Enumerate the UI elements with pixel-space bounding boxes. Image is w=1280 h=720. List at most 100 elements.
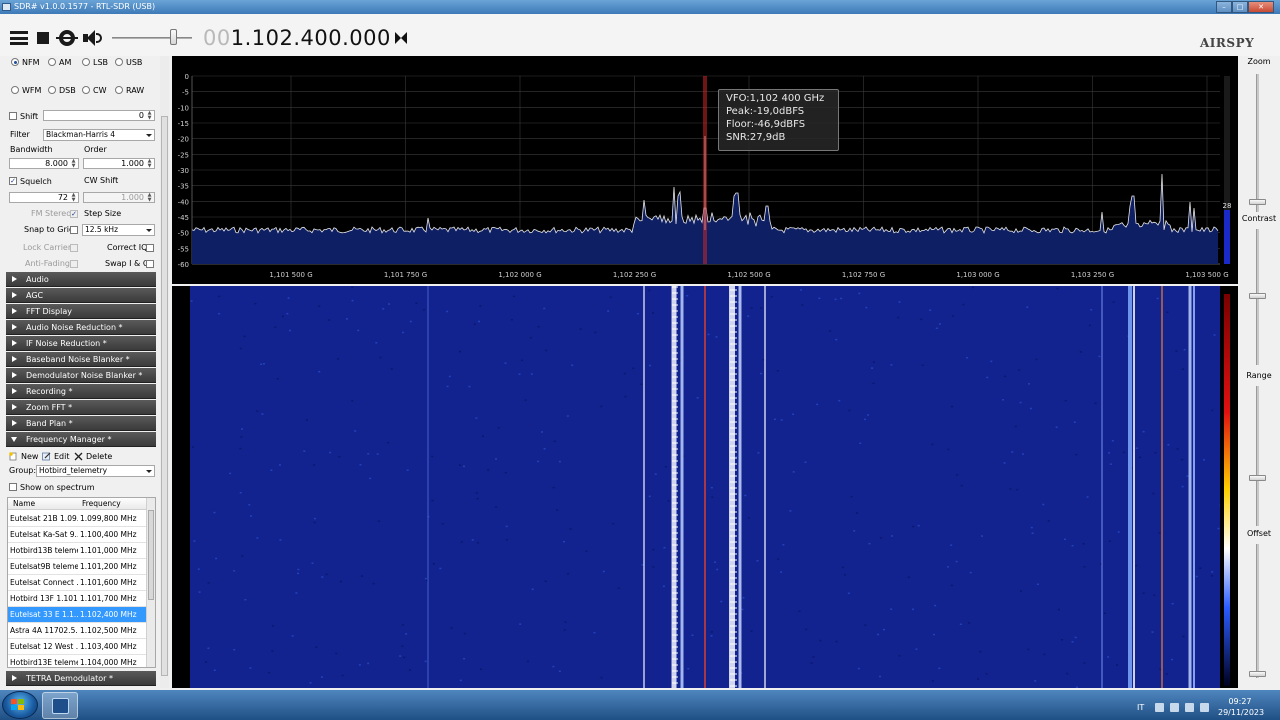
tray-flag-icon[interactable] bbox=[1170, 703, 1179, 712]
correct-iq-checkbox[interactable] bbox=[146, 243, 157, 253]
panel-tetra-demodulator[interactable]: TETRA Demodulator * bbox=[6, 671, 156, 686]
taskbar-sdrsharp[interactable] bbox=[42, 692, 78, 719]
column-name-header[interactable]: Name bbox=[13, 499, 35, 508]
delete-button[interactable]: Delete bbox=[74, 451, 112, 461]
panel-recording[interactable]: Recording * bbox=[6, 384, 156, 399]
offset-slider[interactable] bbox=[1256, 544, 1259, 678]
lock-carrier-checkbox[interactable] bbox=[70, 243, 81, 253]
noise-speckle bbox=[1175, 350, 1178, 352]
panel-band-plan[interactable]: Band Plan * bbox=[6, 416, 156, 431]
panel-audio-noise-reduction[interactable]: Audio Noise Reduction * bbox=[6, 320, 156, 335]
mode-dsb[interactable]: DSB bbox=[48, 85, 76, 95]
row-name: Eutelsat 21B 1.09... bbox=[10, 514, 78, 523]
tray-arrow-icon[interactable] bbox=[1155, 703, 1164, 712]
column-frequency-header[interactable]: Frequency bbox=[82, 499, 121, 508]
spinner-arrows-icon[interactable]: ▲ ▼ bbox=[70, 193, 77, 203]
noise-speckle bbox=[215, 557, 218, 560]
range-slider-thumb[interactable] bbox=[1249, 475, 1266, 481]
noise-speckle bbox=[1027, 383, 1030, 385]
frequency-row[interactable]: Hotbird13E teleme...1.104,000 MHz bbox=[8, 655, 147, 667]
scrollbar-thumb[interactable] bbox=[161, 116, 168, 676]
panel-frequency-manager[interactable]: Frequency Manager * bbox=[6, 432, 156, 447]
offset-slider-thumb[interactable] bbox=[1249, 671, 1266, 677]
correct-iq-label: Correct IQ bbox=[107, 243, 148, 252]
frequency-row[interactable]: Astra 4A 11702.5... 1.102,500 MHz bbox=[8, 623, 147, 639]
show-on-spectrum-checkbox[interactable]: Show on spectrum bbox=[9, 482, 95, 492]
mode-nfm[interactable]: NFM bbox=[11, 57, 40, 67]
panel-if-noise-reduction[interactable]: IF Noise Reduction * bbox=[6, 336, 156, 351]
edit-button[interactable]: Edit bbox=[42, 451, 70, 461]
volume-slider[interactable] bbox=[112, 37, 192, 39]
mode-lsb[interactable]: LSB bbox=[82, 57, 108, 67]
step-tune-icon[interactable] bbox=[395, 32, 409, 44]
panel-baseband-noise-blanker[interactable]: Baseband Noise Blanker * bbox=[6, 352, 156, 367]
hamburger-menu-icon[interactable] bbox=[10, 31, 28, 45]
spinner-arrows-icon[interactable]: ▲ ▼ bbox=[146, 111, 153, 121]
frequency-display[interactable]: 001.102.400.000 bbox=[203, 26, 391, 50]
mode-wfm[interactable]: WFM bbox=[11, 85, 41, 95]
scrollbar-thumb[interactable] bbox=[148, 510, 154, 600]
tray-volume-icon[interactable] bbox=[1200, 703, 1209, 712]
frequency-row[interactable]: Eutelsat 12 West ... 1.103,400 MHz bbox=[8, 639, 147, 655]
frequency-row-selected[interactable]: Eutelsat 33 E 1.1... 1.102,400 MHz bbox=[8, 607, 147, 623]
spinner-arrows-icon[interactable]: ▲ ▼ bbox=[70, 159, 77, 169]
noise-speckle bbox=[1083, 565, 1086, 568]
shift-checkbox[interactable]: Shift bbox=[9, 111, 38, 121]
squelch-input[interactable]: 72 ▲ ▼ bbox=[9, 192, 79, 203]
squelch-checkbox[interactable]: ✓ Squelch bbox=[9, 176, 52, 186]
zoom-slider[interactable] bbox=[1256, 74, 1259, 212]
panel-audio[interactable]: Audio bbox=[6, 272, 156, 287]
panel-zoom-fft[interactable]: Zoom FFT * bbox=[6, 400, 156, 415]
waterfall-display[interactable] bbox=[172, 286, 1238, 688]
panel-fft-display[interactable]: FFT Display bbox=[6, 304, 156, 319]
sidebar-scrollbar[interactable] bbox=[160, 56, 169, 688]
stop-icon[interactable] bbox=[37, 32, 49, 44]
frequency-row[interactable]: Eutelsat Connect ... 1.101,600 MHz bbox=[8, 575, 147, 591]
mode-cw[interactable]: CW bbox=[82, 85, 107, 95]
new-button[interactable]: New bbox=[9, 451, 38, 461]
step-size-select[interactable]: 12.5 kHz bbox=[82, 224, 155, 236]
mode-raw[interactable]: RAW bbox=[115, 85, 144, 95]
minimize-button[interactable]: – bbox=[1216, 1, 1232, 13]
volume-slider-thumb[interactable] bbox=[169, 29, 177, 45]
noise-speckle bbox=[495, 458, 498, 460]
noise-speckle bbox=[1029, 407, 1032, 410]
close-button[interactable]: ✕ bbox=[1248, 1, 1274, 13]
mode-usb[interactable]: USB bbox=[115, 57, 142, 67]
frequency-list-scrollbar[interactable] bbox=[146, 498, 155, 667]
noise-speckle bbox=[543, 307, 546, 310]
order-input[interactable]: 1.000 ▲ ▼ bbox=[83, 158, 155, 169]
panel-demodulator-noise-blanker[interactable]: Demodulator Noise Blanker * bbox=[6, 368, 156, 383]
language-indicator[interactable]: IT bbox=[1137, 703, 1144, 712]
zoom-slider-thumb[interactable] bbox=[1249, 199, 1266, 205]
panel-agc[interactable]: AGC bbox=[6, 288, 156, 303]
filter-select[interactable]: Blackman-Harris 4 bbox=[43, 129, 155, 141]
frequency-row[interactable]: Eutelsat Ka-Sat 9... 1.100,400 MHz bbox=[8, 527, 147, 543]
frequency-row[interactable]: Hotbird 13F 1.101... 1.101,700 MHz bbox=[8, 591, 147, 607]
group-select[interactable]: Hotbird_telemetry bbox=[36, 465, 155, 477]
cwshift-input[interactable]: 1.000 ▲ ▼ bbox=[83, 192, 155, 203]
swap-iq-checkbox[interactable] bbox=[146, 259, 157, 269]
maximize-button[interactable]: □ bbox=[1232, 1, 1248, 13]
anti-fading-checkbox[interactable] bbox=[70, 259, 81, 269]
noise-speckle bbox=[617, 587, 620, 589]
frequency-row[interactable]: Eutelsat 21B 1.09... 1.099,800 MHz bbox=[8, 511, 147, 527]
snap-to-grid-checkbox[interactable] bbox=[70, 225, 81, 235]
system-clock[interactable]: 09:27 29/11/2023 bbox=[1218, 696, 1264, 718]
spectrum-analyzer[interactable]: 0 -5 -10 -15 -20 -25 -30 -35 -40 -45 -50 -55 -60 1,10… bbox=[172, 56, 1238, 284]
shift-input[interactable]: 0 ▲ ▼ bbox=[43, 110, 155, 121]
waterfall-modulation bbox=[672, 334, 678, 336]
gear-icon[interactable] bbox=[56, 30, 78, 46]
speaker-icon[interactable] bbox=[83, 30, 102, 46]
mode-am[interactable]: AM bbox=[48, 57, 71, 67]
contrast-slider-thumb[interactable] bbox=[1249, 293, 1266, 299]
frequency-row[interactable]: Hotbird13B teleme...1.101,000 MHz bbox=[8, 543, 147, 559]
tray-network-icon[interactable] bbox=[1185, 703, 1194, 712]
range-slider[interactable] bbox=[1256, 386, 1259, 526]
spinner-arrows-icon[interactable]: ▲ ▼ bbox=[146, 193, 153, 203]
spinner-arrows-icon[interactable]: ▲ ▼ bbox=[146, 159, 153, 169]
waterfall-modulation bbox=[672, 430, 678, 432]
bandwidth-input[interactable]: 8.000 ▲ ▼ bbox=[9, 158, 79, 169]
frequency-row[interactable]: Eutelsat9B teleme...1.101,200 MHz bbox=[8, 559, 147, 575]
fmstereo-checkbox[interactable]: ✓ bbox=[70, 209, 81, 219]
